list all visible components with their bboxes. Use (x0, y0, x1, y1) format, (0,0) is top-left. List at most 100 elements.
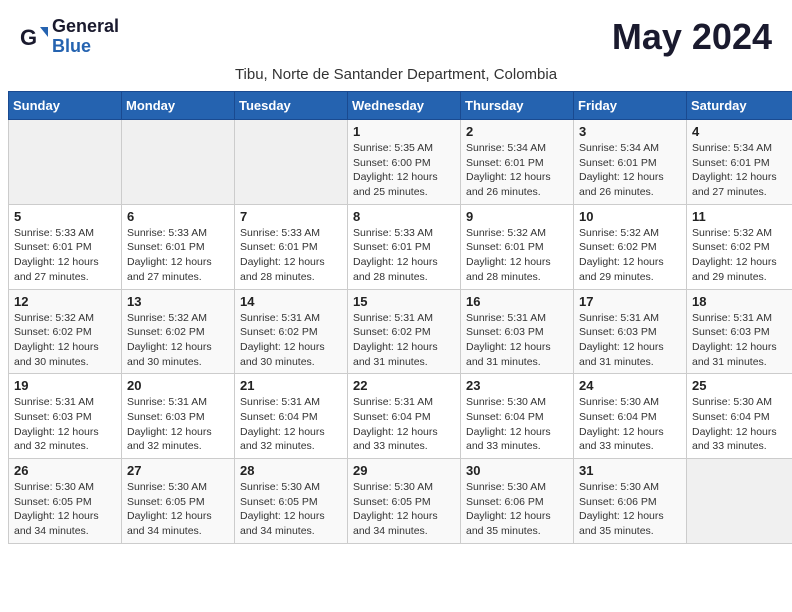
day-info: Sunrise: 5:30 AMSunset: 6:04 PMDaylight:… (466, 395, 568, 454)
calendar-cell: 22 Sunrise: 5:31 AMSunset: 6:04 PMDayligh… (348, 374, 461, 459)
day-number: 19 (14, 378, 116, 393)
weekday-header-friday: Friday (574, 92, 687, 120)
calendar-cell: 28 Sunrise: 5:30 AMSunset: 6:05 PMDayligh… (235, 459, 348, 544)
calendar-week-row-5: 26 Sunrise: 5:30 AMSunset: 6:05 PMDayligh… (9, 459, 792, 544)
day-info: Sunrise: 5:34 AMSunset: 6:01 PMDaylight:… (692, 141, 792, 200)
day-info: Sunrise: 5:31 AMSunset: 6:04 PMDaylight:… (240, 395, 342, 454)
calendar-cell: 10 Sunrise: 5:32 AMSunset: 6:02 PMDayligh… (574, 204, 687, 289)
calendar-cell: 25 Sunrise: 5:30 AMSunset: 6:04 PMDayligh… (687, 374, 792, 459)
logo-icon: G (20, 23, 48, 51)
calendar-cell: 11 Sunrise: 5:32 AMSunset: 6:02 PMDayligh… (687, 204, 792, 289)
calendar-week-row-1: 1Sunrise: 5:35 AMSunset: 6:00 PMDaylight… (9, 120, 792, 205)
day-info: Sunrise: 5:32 AMSunset: 6:02 PMDaylight:… (692, 226, 792, 285)
calendar-cell: 21 Sunrise: 5:31 AMSunset: 6:04 PMDayligh… (235, 374, 348, 459)
day-number: 3 (579, 124, 681, 139)
calendar-week-row-3: 12Sunrise: 5:32 AMSunset: 6:02 PMDayligh… (9, 289, 792, 374)
calendar-cell: 27Sunrise: 5:30 AMSunset: 6:05 PMDayligh… (122, 459, 235, 544)
day-number: 11 (692, 209, 792, 224)
day-number: 21 (240, 378, 342, 393)
day-info: Sunrise: 5:33 AMSunset: 6:01 PMDaylight:… (127, 226, 229, 285)
day-info: Sunrise: 5:33 AMSunset: 6:01 PMDaylight:… (240, 226, 342, 285)
day-info: Sunrise: 5:30 AMSunset: 6:05 PMDaylight:… (353, 480, 455, 539)
weekday-header-saturday: Saturday (687, 92, 792, 120)
day-number: 25 (692, 378, 792, 393)
calendar-cell: 13Sunrise: 5:32 AMSunset: 6:02 PMDayligh… (122, 289, 235, 374)
day-number: 22 (353, 378, 455, 393)
header: G General Blue May 2024 (0, 0, 792, 62)
day-info: Sunrise: 5:31 AMSunset: 6:03 PMDaylight:… (466, 311, 568, 370)
day-number: 31 (579, 463, 681, 478)
day-info: Sunrise: 5:33 AMSunset: 6:01 PMDaylight:… (14, 226, 116, 285)
day-info: Sunrise: 5:31 AMSunset: 6:03 PMDaylight:… (692, 311, 792, 370)
calendar-cell: 24Sunrise: 5:30 AMSunset: 6:04 PMDayligh… (574, 374, 687, 459)
day-info: Sunrise: 5:33 AMSunset: 6:01 PMDaylight:… (353, 226, 455, 285)
day-number: 9 (466, 209, 568, 224)
calendar-cell: 30 Sunrise: 5:30 AMSunset: 6:06 PMDayligh… (461, 459, 574, 544)
day-number: 15 (353, 294, 455, 309)
day-number: 16 (466, 294, 568, 309)
weekday-header-wednesday: Wednesday (348, 92, 461, 120)
calendar-cell: 6 Sunrise: 5:33 AMSunset: 6:01 PMDaylight… (122, 204, 235, 289)
day-number: 5 (14, 209, 116, 224)
day-info: Sunrise: 5:30 AMSunset: 6:05 PMDaylight:… (14, 480, 116, 539)
calendar-cell: 8Sunrise: 5:33 AMSunset: 6:01 PMDaylight… (348, 204, 461, 289)
day-info: Sunrise: 5:30 AMSunset: 6:06 PMDaylight:… (466, 480, 568, 539)
day-info: Sunrise: 5:31 AMSunset: 6:03 PMDaylight:… (579, 311, 681, 370)
subtitle: Tibu, Norte de Santander Department, Col… (0, 62, 792, 91)
day-info: Sunrise: 5:30 AMSunset: 6:04 PMDaylight:… (692, 395, 792, 454)
logo-blue: Blue (52, 37, 119, 57)
day-number: 29 (353, 463, 455, 478)
day-info: Sunrise: 5:34 AMSunset: 6:01 PMDaylight:… (466, 141, 568, 200)
day-number: 30 (466, 463, 568, 478)
weekday-header-sunday: Sunday (9, 92, 122, 120)
calendar-cell: 14 Sunrise: 5:31 AMSunset: 6:02 PMDayligh… (235, 289, 348, 374)
calendar-cell (235, 120, 348, 205)
calendar-table: SundayMondayTuesdayWednesdayThursdayFrid… (8, 91, 792, 544)
calendar-cell: 15 Sunrise: 5:31 AMSunset: 6:02 PMDayligh… (348, 289, 461, 374)
day-number: 27 (127, 463, 229, 478)
calendar-cell: 31 Sunrise: 5:30 AMSunset: 6:06 PMDayligh… (574, 459, 687, 544)
day-number: 4 (692, 124, 792, 139)
calendar-cell: 5 Sunrise: 5:33 AMSunset: 6:01 PMDaylight… (9, 204, 122, 289)
calendar-cell: 29 Sunrise: 5:30 AMSunset: 6:05 PMDayligh… (348, 459, 461, 544)
calendar-cell (9, 120, 122, 205)
day-info: Sunrise: 5:31 AMSunset: 6:04 PMDaylight:… (353, 395, 455, 454)
weekday-header-tuesday: Tuesday (235, 92, 348, 120)
day-number: 26 (14, 463, 116, 478)
day-number: 20 (127, 378, 229, 393)
day-info: Sunrise: 5:31 AMSunset: 6:02 PMDaylight:… (240, 311, 342, 370)
svg-text:G: G (20, 25, 37, 50)
calendar-cell: 4 Sunrise: 5:34 AMSunset: 6:01 PMDaylight… (687, 120, 792, 205)
calendar-week-row-4: 19 Sunrise: 5:31 AMSunset: 6:03 PMDayligh… (9, 374, 792, 459)
calendar-cell: 1Sunrise: 5:35 AMSunset: 6:00 PMDaylight… (348, 120, 461, 205)
calendar-week-row-2: 5 Sunrise: 5:33 AMSunset: 6:01 PMDaylight… (9, 204, 792, 289)
calendar-cell: 26 Sunrise: 5:30 AMSunset: 6:05 PMDayligh… (9, 459, 122, 544)
day-info: Sunrise: 5:32 AMSunset: 6:02 PMDaylight:… (127, 311, 229, 370)
day-info: Sunrise: 5:32 AMSunset: 6:02 PMDaylight:… (579, 226, 681, 285)
day-number: 14 (240, 294, 342, 309)
day-info: Sunrise: 5:30 AMSunset: 6:05 PMDaylight:… (240, 480, 342, 539)
day-number: 23 (466, 378, 568, 393)
month-title: May 2024 (612, 16, 772, 58)
calendar-cell: 19Sunrise: 5:31 AMSunset: 6:03 PMDayligh… (9, 374, 122, 459)
day-number: 10 (579, 209, 681, 224)
weekday-header-thursday: Thursday (461, 92, 574, 120)
weekday-header-row: SundayMondayTuesdayWednesdayThursdayFrid… (9, 92, 792, 120)
calendar-cell (687, 459, 792, 544)
day-number: 1 (353, 124, 455, 139)
day-number: 17 (579, 294, 681, 309)
calendar-cell: 2Sunrise: 5:34 AMSunset: 6:01 PMDaylight… (461, 120, 574, 205)
day-info: Sunrise: 5:34 AMSunset: 6:01 PMDaylight:… (579, 141, 681, 200)
calendar-cell: 3 Sunrise: 5:34 AMSunset: 6:01 PMDaylight… (574, 120, 687, 205)
day-number: 28 (240, 463, 342, 478)
calendar-cell: 20 Sunrise: 5:31 AMSunset: 6:03 PMDayligh… (122, 374, 235, 459)
day-number: 6 (127, 209, 229, 224)
calendar-cell (122, 120, 235, 205)
day-info: Sunrise: 5:32 AMSunset: 6:02 PMDaylight:… (14, 311, 116, 370)
day-info: Sunrise: 5:31 AMSunset: 6:03 PMDaylight:… (127, 395, 229, 454)
day-number: 18 (692, 294, 792, 309)
day-number: 7 (240, 209, 342, 224)
day-info: Sunrise: 5:31 AMSunset: 6:02 PMDaylight:… (353, 311, 455, 370)
day-info: Sunrise: 5:30 AMSunset: 6:06 PMDaylight:… (579, 480, 681, 539)
day-number: 24 (579, 378, 681, 393)
